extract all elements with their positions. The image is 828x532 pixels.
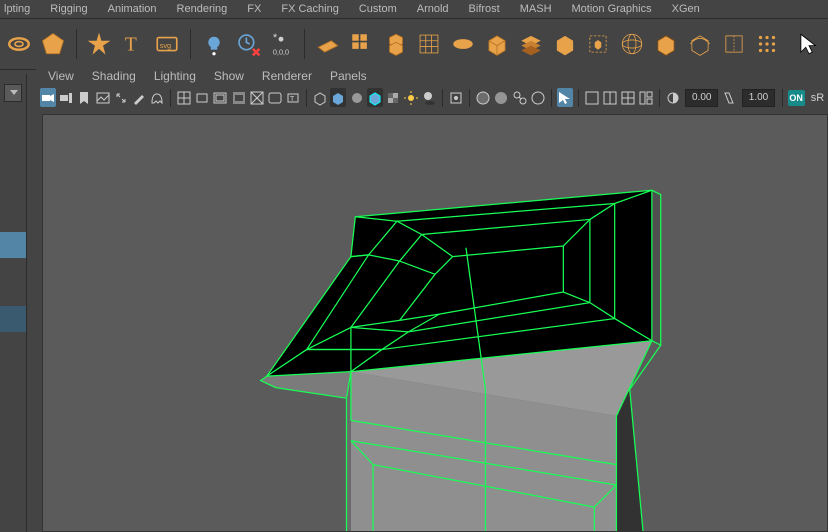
film-gate-icon[interactable] [194,88,210,107]
panel-menu-renderer[interactable]: Renderer [262,69,312,83]
svg-text:T: T [290,96,295,103]
resolution-gate-icon[interactable] [212,88,228,107]
shelf-tab-mash[interactable]: MASH [520,3,552,15]
dotted-grid-icon[interactable] [752,29,782,59]
sidebar-item[interactable] [0,306,26,332]
view-transform-label[interactable]: sR [811,92,824,104]
use-default-material-icon[interactable] [348,88,364,107]
gamma-value[interactable]: 1.00 [742,89,775,107]
layers-icon[interactable] [516,29,546,59]
camera-attributes-icon[interactable] [58,88,74,107]
xray-active-icon[interactable] [493,88,509,107]
xray-joints-icon[interactable] [512,88,528,107]
color-management-toggle[interactable]: ON [788,90,805,106]
bounding-box-icon[interactable] [584,29,614,59]
textured-icon[interactable] [385,88,401,107]
svg-text:0,0,0: 0,0,0 [273,48,289,57]
sidebar-dropdown[interactable] [4,84,22,102]
shadows-icon[interactable] [421,88,437,107]
image-plane-icon[interactable] [95,88,111,107]
select-camera-icon[interactable] [40,88,56,107]
disc-icon[interactable] [448,29,478,59]
four-view-icon[interactable] [620,88,636,107]
shelf-tab-animation[interactable]: Animation [108,3,157,15]
wrap-cube-icon[interactable] [685,29,715,59]
safe-action-icon[interactable] [267,88,283,107]
ghosting-icon[interactable] [149,88,165,107]
shelf-tab-xgen[interactable]: XGen [672,3,700,15]
gate-mask-icon[interactable] [231,88,247,107]
cube-icon[interactable] [482,29,512,59]
panel-menubar: View Shading Lighting Show Renderer Pane… [36,66,828,86]
shelf-tab-custom[interactable]: Custom [359,3,397,15]
sidebar-item-selected[interactable] [0,232,26,258]
left-sidebar [0,74,27,532]
shelf-tab-fx[interactable]: FX [247,3,261,15]
isolate-select-icon[interactable] [448,88,464,107]
panel-menu-panels[interactable]: Panels [330,69,367,83]
shelf-tab-fxcaching[interactable]: FX Caching [281,3,338,15]
single-view-icon[interactable] [584,88,600,107]
shelf-tab-arnold[interactable]: Arnold [417,3,449,15]
solid-cube-icon[interactable] [550,29,580,59]
shelf: T svg * 0,0,0 [0,19,828,70]
two-view-icon[interactable] [602,88,618,107]
safe-title-icon[interactable]: T [285,88,301,107]
shelf-tab-rendering[interactable]: Rendering [177,3,228,15]
layout-icon[interactable] [638,88,654,107]
snap-to-origin-icon[interactable]: * 0,0,0 [266,29,296,59]
svg-tool-icon[interactable]: svg [152,29,182,59]
panel-menu-lighting[interactable]: Lighting [154,69,196,83]
shelf-tab-rigging[interactable]: Rigging [50,3,87,15]
cursor-icon[interactable] [794,29,824,59]
torus-icon[interactable] [4,29,34,59]
type-tool-icon[interactable]: T [118,29,148,59]
grease-pencil-icon[interactable] [131,88,147,107]
shelf-tab-sculpting[interactable]: lpting [4,3,30,15]
orange-cube-icon[interactable] [651,29,681,59]
shelf-tab-bifrost[interactable]: Bifrost [469,3,500,15]
plane-icon[interactable] [313,29,343,59]
cube-stack-icon[interactable] [381,29,411,59]
cube-array-icon[interactable] [347,29,377,59]
2d-pan-zoom-icon[interactable] [113,88,129,107]
viewport[interactable] [42,114,828,532]
xray-mesh-icon[interactable] [530,88,546,107]
panel-menu-shading[interactable]: Shading [92,69,136,83]
svg-text:svg: svg [160,41,171,50]
svg-text:T: T [125,35,137,56]
panel-toolbar: T 0.00 1.00 ON sR [36,86,828,109]
bookmarks-icon[interactable] [76,88,92,107]
shelf-tab-mograph[interactable]: Motion Graphics [572,3,652,15]
platonic-icon[interactable] [38,29,68,59]
selection-highlight-icon[interactable] [557,88,573,107]
smooth-shade-icon[interactable] [330,88,346,107]
shelf-tab-bar: lpting Rigging Animation Rendering FX FX… [0,0,828,19]
star-icon[interactable] [85,29,115,59]
scan-icon[interactable] [719,29,749,59]
field-chart-icon[interactable] [249,88,265,107]
grid-toggle-icon[interactable] [176,88,192,107]
exposure-value[interactable]: 0.00 [685,89,718,107]
timer-cancel-icon[interactable] [233,29,263,59]
viewport-mesh [43,115,827,531]
use-all-lights-icon[interactable] [403,88,419,107]
construction-plane-icon[interactable] [199,29,229,59]
xray-icon[interactable] [475,88,491,107]
panel-menu-show[interactable]: Show [214,69,244,83]
grid-icon[interactable] [415,29,445,59]
panel-menu-view[interactable]: View [48,69,74,83]
exposure-icon[interactable] [665,88,681,107]
wire-sphere-icon[interactable] [617,29,647,59]
wireframe-icon[interactable] [312,88,328,107]
svg-text:*: * [273,32,278,44]
gamma-icon[interactable] [722,88,738,107]
viewport-panel: View Shading Lighting Show Renderer Pane… [36,66,828,532]
wire-on-shaded-icon[interactable] [367,88,383,107]
